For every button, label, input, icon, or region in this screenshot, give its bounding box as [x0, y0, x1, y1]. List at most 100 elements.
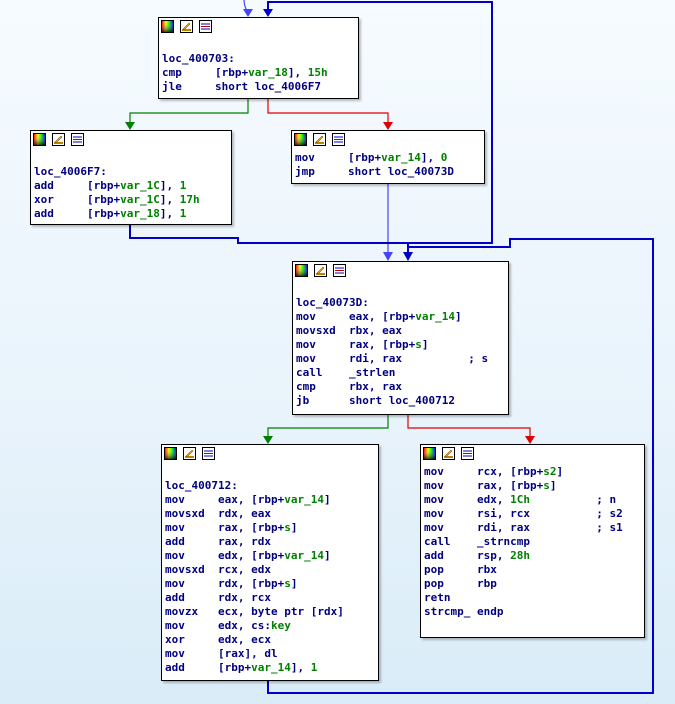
instruction-line[interactable]: jle short loc_4006F7 [162, 80, 358, 94]
operand-symbol[interactable]: 15h [308, 66, 328, 79]
instruction-line[interactable]: mov rdx, [rbp+s] [165, 577, 378, 591]
instruction-line[interactable]: add rsp, 28h [424, 549, 644, 563]
graph-color-icon[interactable] [294, 133, 307, 146]
operand-symbol[interactable]: key [271, 619, 291, 632]
rename-edit-icon[interactable] [313, 133, 326, 146]
label-text[interactable]: loc_4006F7: [34, 165, 107, 178]
instruction-line[interactable]: cmp rbx, rax [296, 380, 508, 394]
xrefs-list-icon[interactable] [202, 447, 215, 460]
instruction-line[interactable]: mov edx, [rbp+var_14] [165, 549, 378, 563]
instruction-line[interactable]: mov eax, [rbp+var_14] [296, 310, 508, 324]
graph-color-icon[interactable] [423, 447, 436, 460]
instruction-line[interactable]: mov edx, 1Ch ; n [424, 493, 644, 507]
xrefs-list-icon[interactable] [461, 447, 474, 460]
operand-symbol[interactable]: 1 [180, 207, 187, 220]
rename-edit-icon[interactable] [442, 447, 455, 460]
instruction-line[interactable]: cmp [rbp+var_18], 15h [162, 66, 358, 80]
instruction-line[interactable]: mov rax, [rbp+s] [424, 479, 644, 493]
label-line[interactable]: loc_4006F7: [34, 165, 231, 179]
label-line[interactable]: strcmp_ endp [424, 605, 644, 619]
operand-symbol[interactable]: var_14 [284, 549, 324, 562]
operand-symbol[interactable]: s2 [543, 465, 556, 478]
instruction-line[interactable]: movsxd rdx, eax [165, 507, 378, 521]
operand-symbol[interactable]: s [284, 577, 291, 590]
code-block-loc-400703[interactable]: loc_400703: cmp [rbp+var_18], 15h jle shor… [158, 17, 359, 99]
instruction-line[interactable]: mov rax, [rbp+s] [296, 338, 508, 352]
operand-symbol[interactable]: s [415, 338, 422, 351]
instruction-line[interactable]: movzx ecx, byte ptr [rdx] [165, 605, 378, 619]
code-block-strncmp-compare[interactable]: mov rcx, [rbp+s2] mov rax, [rbp+s] mov edx… [420, 444, 645, 638]
instruction-line[interactable]: add [rbp+var_14], 1 [165, 661, 378, 675]
instruction-line[interactable]: retn [424, 591, 644, 605]
instruction-line[interactable]: add [rbp+var_18], 1 [34, 207, 231, 221]
operand-symbol[interactable]: var_1C [120, 193, 160, 206]
mnemonic: add [34, 207, 54, 220]
label-line[interactable]: loc_400712: [165, 479, 378, 493]
label-text[interactable]: strcmp_ endp [424, 605, 503, 618]
graph-color-icon[interactable] [164, 447, 177, 460]
instruction-line[interactable]: mov rdi, rax ; s1 [424, 521, 644, 535]
graph-color-icon[interactable] [161, 20, 174, 33]
instruction-line[interactable]: mov rsi, rcx ; s2 [424, 507, 644, 521]
instruction-line[interactable]: add rdx, rcx [165, 591, 378, 605]
instruction-line[interactable]: movsxd rcx, edx [165, 563, 378, 577]
instruction-line[interactable]: pop rbx [424, 563, 644, 577]
instruction-line[interactable]: call _strlen [296, 366, 508, 380]
instruction-line[interactable]: mov rdi, rax ; s [296, 352, 508, 366]
operand-symbol[interactable]: var_18 [120, 207, 160, 220]
operand-symbol[interactable]: 0 [441, 151, 448, 164]
instruction-line[interactable]: mov edx, cs:key [165, 619, 378, 633]
instruction-line[interactable]: call _strncmp [424, 535, 644, 549]
instruction-line[interactable]: xor [rbp+var_1C], 17h [34, 193, 231, 207]
operand-symbol[interactable]: s [284, 521, 291, 534]
code-block-loc-400712[interactable]: loc_400712: mov eax, [rbp+var_14] movsxd r… [161, 444, 379, 681]
operand-symbol[interactable]: s [543, 479, 550, 492]
rename-edit-icon[interactable] [314, 264, 327, 277]
instruction-line[interactable]: mov [rbp+var_14], 0 [295, 151, 484, 165]
instruction-line[interactable]: xor edx, ecx [165, 633, 378, 647]
operand-symbol[interactable]: var_14 [284, 493, 324, 506]
operand-symbol[interactable]: 17h [180, 193, 200, 206]
graph-color-icon[interactable] [295, 264, 308, 277]
instruction-line[interactable]: jb short loc_400712 [296, 394, 508, 408]
operand-symbol[interactable]: 1 [180, 179, 187, 192]
operand-symbol[interactable]: var_14 [381, 151, 421, 164]
instruction-line[interactable]: pop rbp [424, 577, 644, 591]
operand-symbol[interactable]: var_14 [415, 310, 455, 323]
label-line[interactable]: loc_400703: [162, 52, 358, 66]
operand: _strlen [349, 366, 396, 379]
operand: ] [454, 310, 462, 323]
label-line[interactable]: loc_40073D: [296, 296, 508, 310]
xrefs-list-icon[interactable] [333, 264, 346, 277]
graph-view[interactable]: loc_400703: cmp [rbp+var_18], 15h jle shor… [0, 0, 675, 704]
code-block-loc-40073d[interactable]: loc_40073D: mov eax, [rbp+var_14] movsxd r… [292, 261, 509, 415]
label-text[interactable]: loc_400712: [165, 479, 238, 492]
label-text[interactable]: loc_400703: [162, 52, 235, 65]
xrefs-list-icon[interactable] [332, 133, 345, 146]
label-text[interactable]: loc_40073D: [296, 296, 369, 309]
operand-symbol[interactable]: 1Ch [510, 493, 530, 506]
operand-symbol[interactable]: 1 [311, 661, 318, 674]
instruction-line[interactable]: mov eax, [rbp+var_14] [165, 493, 378, 507]
rename-edit-icon[interactable] [52, 133, 65, 146]
operand: short loc_4006F7 [215, 80, 321, 93]
operand-symbol[interactable]: var_14 [251, 661, 291, 674]
rename-edit-icon[interactable] [183, 447, 196, 460]
instruction-line[interactable]: add [rbp+var_1C], 1 [34, 179, 231, 193]
instruction-line[interactable]: movsxd rbx, eax [296, 324, 508, 338]
mnemonic: mov [165, 577, 185, 590]
xrefs-list-icon[interactable] [199, 20, 212, 33]
operand-symbol[interactable]: var_18 [248, 66, 288, 79]
rename-edit-icon[interactable] [180, 20, 193, 33]
instruction-line[interactable]: jmp short loc_40073D [295, 165, 484, 179]
operand-symbol[interactable]: 28h [510, 549, 530, 562]
instruction-line[interactable]: mov [rax], dl [165, 647, 378, 661]
graph-color-icon[interactable] [33, 133, 46, 146]
instruction-line[interactable]: add rax, rdx [165, 535, 378, 549]
xrefs-list-icon[interactable] [71, 133, 84, 146]
code-block-loc-4006f7[interactable]: loc_4006F7: add [rbp+var_1C], 1 xor [rbp+v… [30, 130, 232, 225]
instruction-line[interactable]: mov rax, [rbp+s] [165, 521, 378, 535]
code-block-set-var14[interactable]: mov [rbp+var_14], 0 jmp short loc_40073D [291, 130, 485, 184]
instruction-line[interactable]: mov rcx, [rbp+s2] [424, 465, 644, 479]
operand-symbol[interactable]: var_1C [120, 179, 160, 192]
